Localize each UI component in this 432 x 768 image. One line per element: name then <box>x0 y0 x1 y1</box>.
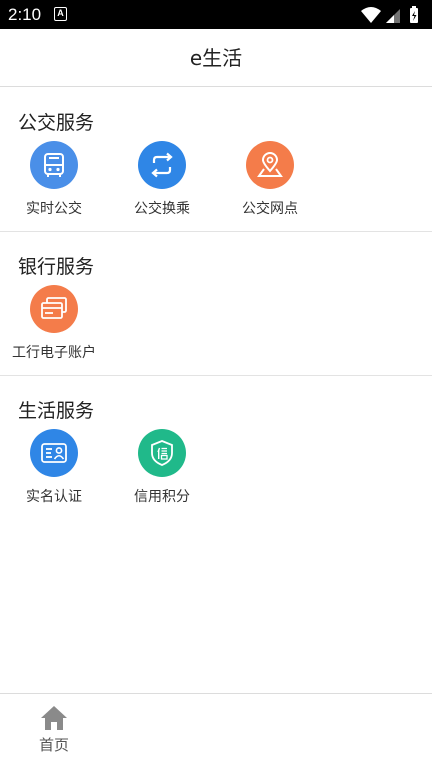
section-life-services: 生活服务 实名认证 信用积分 <box>0 376 432 520</box>
bottom-nav: 首页 <box>0 693 432 768</box>
service-realtime-bus[interactable]: 实时公交 <box>0 141 108 218</box>
status-time: 2:10 <box>8 5 42 24</box>
wifi-icon <box>361 7 381 23</box>
service-label: 工行电子账户 <box>12 345 96 361</box>
section-bus-services: 公交服务 实时公交 公交换乘 公交网点 <box>0 88 432 232</box>
service-real-name-auth[interactable]: 实名认证 <box>0 429 108 506</box>
section-title: 银行服务 <box>18 256 95 278</box>
status-bar: 2:10 A <box>0 0 432 29</box>
tab-home[interactable]: 首页 <box>0 694 108 768</box>
home-icon <box>41 706 67 730</box>
bank-card-icon <box>30 285 78 333</box>
service-bus-transfer[interactable]: 公交换乘 <box>108 141 216 218</box>
service-label: 信用积分 <box>134 489 190 505</box>
page-title: e生活 <box>189 46 243 70</box>
section-title: 公交服务 <box>18 112 95 134</box>
id-card-icon <box>30 429 78 477</box>
section-title: 生活服务 <box>18 400 95 422</box>
credit-shield-icon <box>138 429 186 477</box>
service-label: 实名认证 <box>26 489 82 505</box>
map-pin-icon <box>246 141 294 189</box>
app-header: e生活 <box>0 29 432 87</box>
notification-icon: A <box>54 7 67 21</box>
service-label: 实时公交 <box>26 201 82 217</box>
service-bus-outlets[interactable]: 公交网点 <box>216 141 324 218</box>
service-label: 公交网点 <box>242 201 298 217</box>
bus-icon <box>30 141 78 189</box>
tab-home-label: 首页 <box>38 736 69 754</box>
service-label: 公交换乘 <box>134 201 190 217</box>
transfer-icon <box>138 141 186 189</box>
service-credit-points[interactable]: 信用积分 <box>108 429 216 506</box>
status-icons <box>361 6 418 23</box>
service-icbc-e-account[interactable]: 工行电子账户 <box>0 285 108 362</box>
section-bank-services: 银行服务 工行电子账户 <box>0 232 432 376</box>
